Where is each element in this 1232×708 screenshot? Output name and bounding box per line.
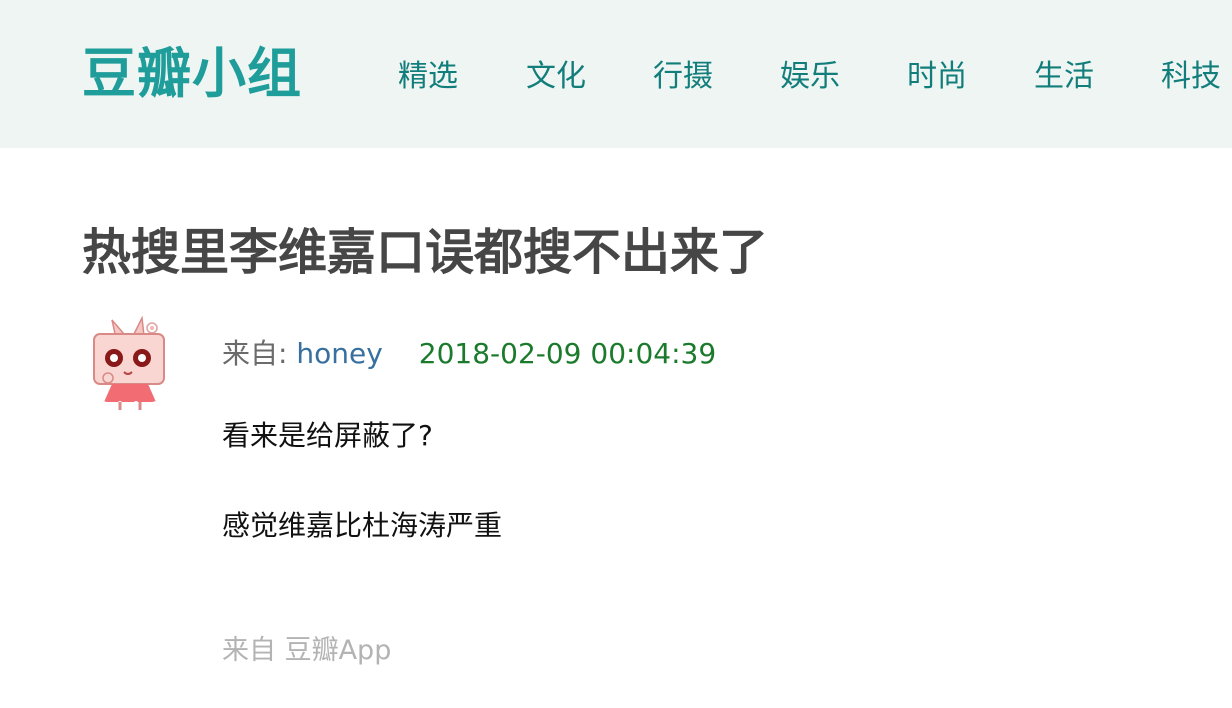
post-meta: 来自: honey 2018-02-09 00:04:39 xyxy=(222,334,716,374)
nav-item-entertainment[interactable]: 娱乐 xyxy=(780,54,840,100)
bunny-avatar-icon xyxy=(82,315,178,412)
post-paragraph: 看来是给屏蔽了? xyxy=(222,419,433,452)
site-header: 豆瓣小组 精选 文化 行摄 娱乐 时尚 生活 科技 xyxy=(0,0,1232,148)
author-avatar[interactable] xyxy=(82,315,178,412)
post-source: 来自 豆瓣App xyxy=(222,635,392,666)
nav-item-culture[interactable]: 文化 xyxy=(526,54,586,100)
from-label: 来自: xyxy=(222,337,297,370)
nav-item-tech[interactable]: 科技 xyxy=(1161,54,1221,100)
nav-item-fashion[interactable]: 时尚 xyxy=(907,54,967,100)
author-link[interactable]: honey xyxy=(296,337,382,370)
nav-item-life[interactable]: 生活 xyxy=(1034,54,1094,100)
post-timestamp: 2018-02-09 00:04:39 xyxy=(418,337,717,370)
nav-item-featured[interactable]: 精选 xyxy=(398,54,458,100)
site-logo[interactable]: 豆瓣小组 xyxy=(82,40,302,108)
nav-item-travel[interactable]: 行摄 xyxy=(653,54,713,100)
post-paragraph: 感觉维嘉比杜海涛严重 xyxy=(222,509,503,542)
post-title: 热搜里李维嘉口误都搜不出来了 xyxy=(82,224,769,281)
